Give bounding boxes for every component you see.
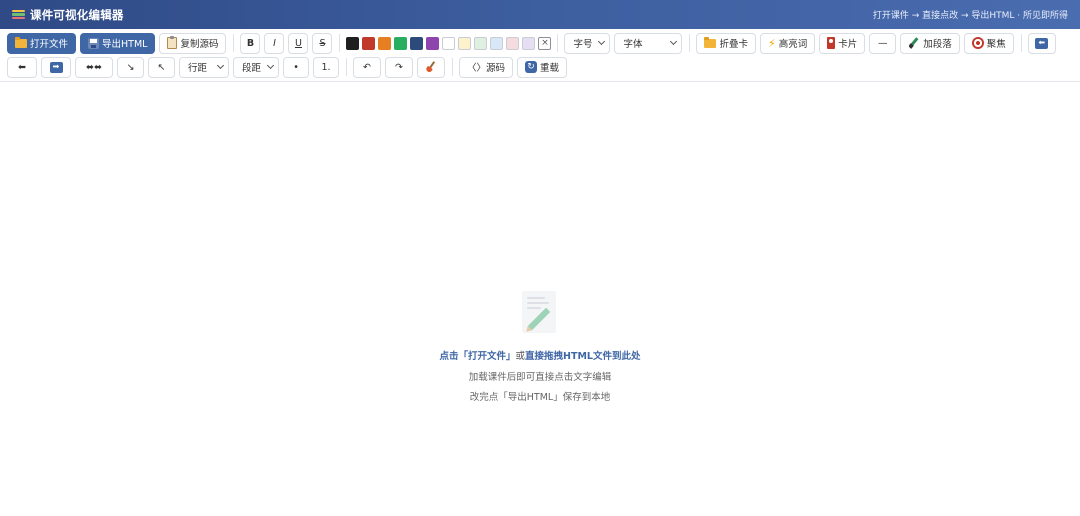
folder-icon [704, 36, 717, 48]
clipboard-icon [167, 36, 178, 49]
redo-button[interactable]: ↷ [385, 56, 413, 78]
text-color-swatch[interactable] [378, 36, 392, 50]
background-color-swatch[interactable] [474, 36, 488, 50]
line-spacing-select[interactable]: 行距 [179, 56, 229, 78]
bullet-list-button[interactable]: • [283, 56, 309, 78]
outdent-button[interactable]: ↖ [148, 56, 175, 78]
empty-state-line-1: 加载课件后即可直接点击文字编辑 [468, 372, 612, 383]
export-html-button[interactable]: 导出HTML [80, 32, 156, 54]
card-button[interactable]: 卡片 [819, 32, 866, 54]
indent-button[interactable]: ↘ [117, 56, 144, 78]
divider [689, 34, 691, 52]
broom-icon [425, 61, 437, 73]
divider-button[interactable]: — [869, 32, 897, 54]
app-title: 课件可视化编辑器 [30, 7, 124, 22]
title-left: 课件可视化编辑器 [12, 7, 124, 23]
divider [346, 58, 347, 76]
document-edit-icon [520, 290, 560, 334]
paragraph-spacing-select[interactable]: 段距 [233, 56, 279, 78]
background-color-swatch[interactable] [490, 36, 504, 50]
text-color-swatch[interactable] [410, 36, 424, 50]
chevron-down-icon [598, 37, 606, 46]
right-arrow-icon: ➡ [49, 61, 63, 73]
highlight-word-button[interactable]: ⚡ 高亮词 [759, 32, 816, 54]
divider [557, 34, 559, 52]
background-color-swatch[interactable] [458, 36, 472, 50]
bold-button[interactable]: B [240, 32, 261, 54]
open-file-button[interactable]: 打开文件 [7, 32, 77, 54]
align-left-button[interactable]: ⬅ [7, 56, 37, 78]
card-icon [827, 37, 836, 49]
clear-color-button[interactable]: × [538, 36, 552, 50]
italic-button[interactable]: I [264, 32, 285, 54]
toolbar-row-2: ⬅ ➡ ⬌⬌ ↘ ↖ 行距 段距 • 1. ↶ ↷ 〈〉源码 ↻ 重载 [7, 56, 1073, 78]
divider [339, 34, 341, 52]
empty-state[interactable]: 点击「打开文件」或直接拖拽HTML文件到此处 加载课件后即可直接点击文字编辑 改… [0, 290, 1080, 409]
clear-format-button[interactable] [417, 56, 445, 78]
back-button[interactable]: ⬅ [1027, 32, 1056, 54]
strikethrough-button[interactable]: S [312, 32, 333, 54]
text-color-swatch[interactable] [346, 36, 360, 50]
brush-icon [908, 37, 920, 49]
focus-button[interactable]: 聚焦 [963, 32, 1014, 54]
floppy-disk-icon [88, 37, 100, 49]
reload-button[interactable]: ↻ 重载 [517, 56, 568, 78]
text-color-swatch[interactable] [362, 36, 376, 50]
font-size-select[interactable]: 字号 [564, 32, 611, 54]
divider [1020, 34, 1022, 52]
background-color-swatch[interactable] [522, 36, 536, 50]
color-palette [346, 36, 538, 50]
title-bar: 课件可视化编辑器 打开课件 → 直接点改 → 导出HTML · 所见即所得 [0, 0, 1080, 29]
chevron-down-icon [216, 61, 225, 70]
text-color-swatch[interactable] [442, 36, 456, 50]
background-color-swatch[interactable] [506, 36, 520, 50]
empty-state-line-2: 改完点「导出HTML」保存到本地 [469, 392, 611, 403]
app-hint: 打开课件 → 直接点改 → 导出HTML · 所见即所得 [872, 11, 1068, 21]
lightning-icon: ⚡ [767, 36, 776, 50]
text-color-swatch[interactable] [394, 36, 408, 50]
books-icon [12, 9, 25, 20]
toolbar: 打开文件 导出HTML 复制源码 B I U S × 字号 字体 折叠卡 ⚡ 高… [0, 29, 1080, 82]
fold-card-button[interactable]: 折叠卡 [696, 32, 756, 54]
font-family-select[interactable]: 字体 [614, 32, 683, 54]
align-right-button[interactable]: ➡ [41, 56, 71, 78]
empty-state-title: 点击「打开文件」或直接拖拽HTML文件到此处 [439, 351, 641, 362]
target-icon [971, 37, 984, 49]
divider [452, 58, 453, 76]
chevron-down-icon [266, 61, 275, 70]
undo-button[interactable]: ↶ [353, 56, 381, 78]
chevron-down-icon [670, 37, 678, 46]
toolbar-row-1: 打开文件 导出HTML 复制源码 B I U S × 字号 字体 折叠卡 ⚡ 高… [7, 32, 1073, 54]
number-list-button[interactable]: 1. [313, 56, 339, 78]
copy-source-button[interactable]: 复制源码 [159, 32, 227, 54]
divider [233, 34, 235, 52]
reload-icon: ↻ [525, 61, 538, 73]
align-center-button[interactable]: ⬌⬌ [75, 56, 113, 78]
back-arrow-icon: ⬅ [1035, 37, 1049, 49]
source-code-button[interactable]: 〈〉源码 [459, 56, 514, 78]
add-paragraph-button[interactable]: 加段落 [900, 32, 960, 54]
text-color-swatch[interactable] [426, 36, 440, 50]
underline-button[interactable]: U [288, 32, 309, 54]
folder-icon [15, 36, 27, 48]
